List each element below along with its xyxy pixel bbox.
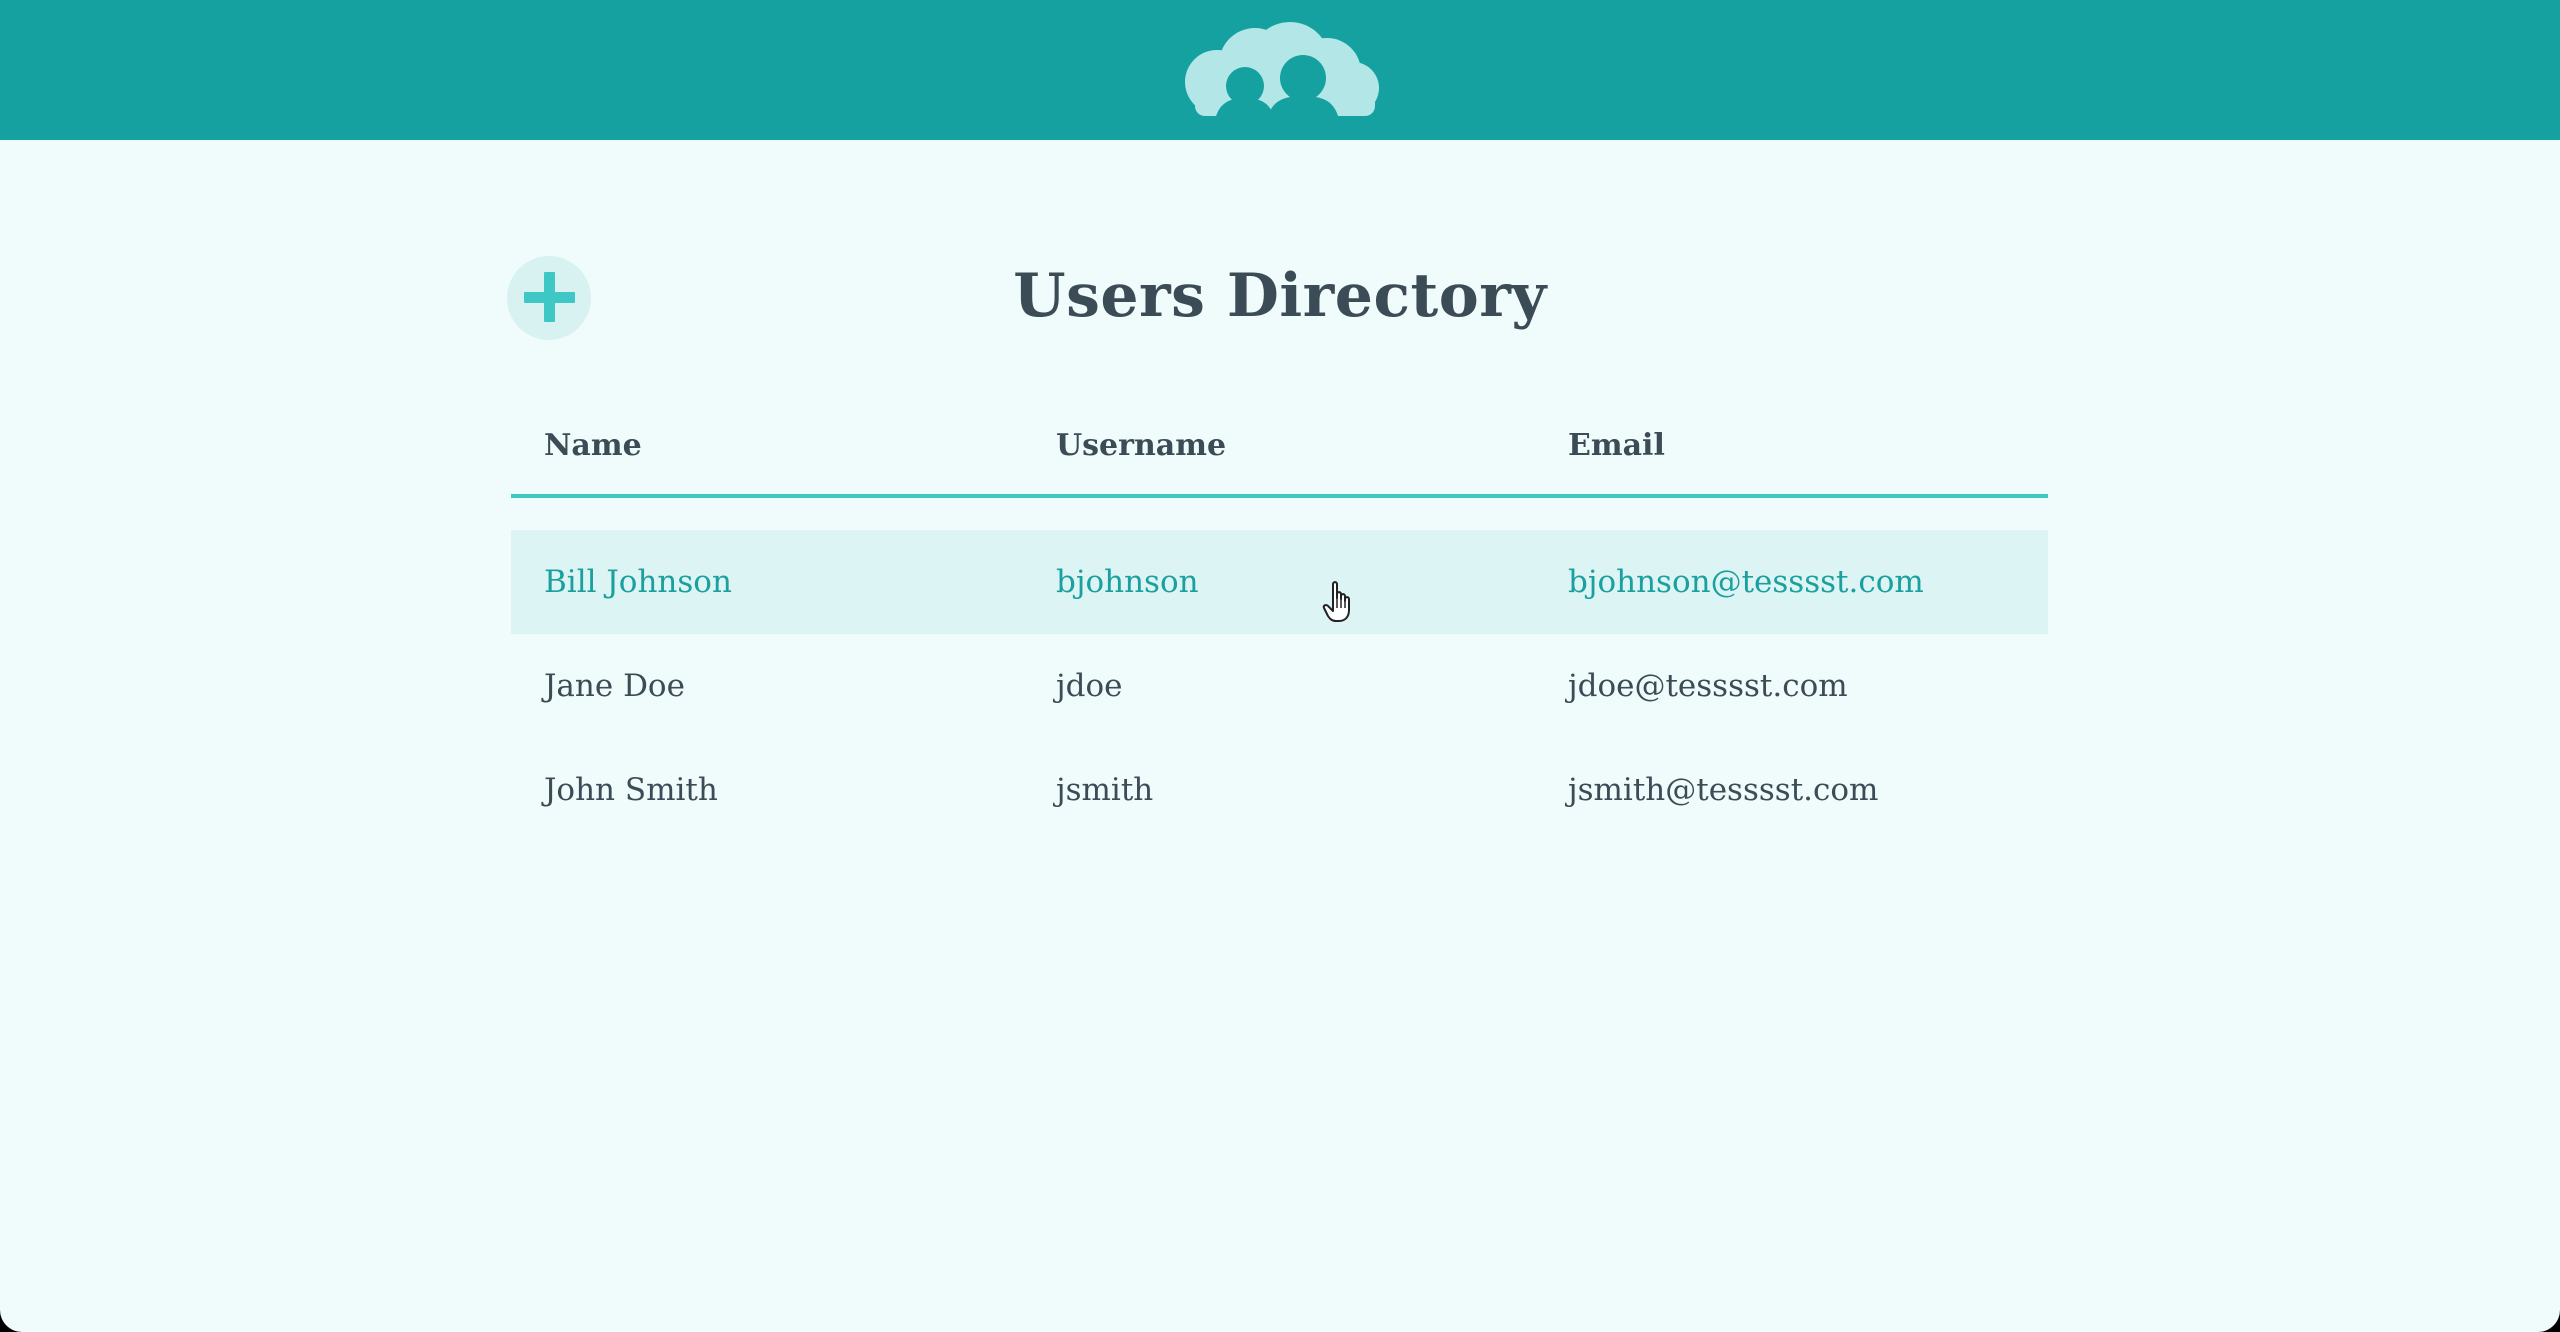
username-cell[interactable]: jdoe (1056, 634, 1122, 738)
username-cell[interactable]: bjohnson (1056, 530, 1199, 634)
table-body: Bill Johnson bjohnson bjohnson@tesssst.c… (511, 530, 2048, 842)
email-cell[interactable]: jsmith@tesssst.com (1568, 738, 1878, 842)
table-header: Name Username Email (511, 404, 2048, 498)
email-cell[interactable]: jdoe@tesssst.com (1568, 634, 1848, 738)
table-row[interactable]: Jane Doe jdoe jdoe@tesssst.com (511, 634, 2048, 738)
email-cell[interactable]: bjohnson@tesssst.com (1568, 530, 1924, 634)
page-title: Users Directory (1013, 261, 1547, 331)
table-row[interactable]: John Smith jsmith jsmith@tesssst.com (511, 738, 2048, 842)
top-bar (0, 0, 2560, 140)
username-cell[interactable]: jsmith (1056, 738, 1153, 842)
users-table: Name Username Email Bill Johnson bjohnso… (511, 404, 2048, 842)
user-name-cell[interactable]: Jane Doe (544, 634, 685, 738)
user-name-cell[interactable]: John Smith (544, 738, 718, 842)
column-header-email[interactable]: Email (1568, 408, 1665, 484)
app-window: Users Directory Name Username Email Bill… (0, 0, 2560, 1332)
table-row[interactable]: Bill Johnson bjohnson bjohnson@tesssst.c… (511, 530, 2048, 634)
user-name-cell[interactable]: Bill Johnson (544, 530, 732, 634)
users-cloud-icon[interactable] (1175, 20, 1385, 120)
column-header-username[interactable]: Username (1056, 408, 1226, 484)
column-header-name[interactable]: Name (544, 408, 642, 484)
